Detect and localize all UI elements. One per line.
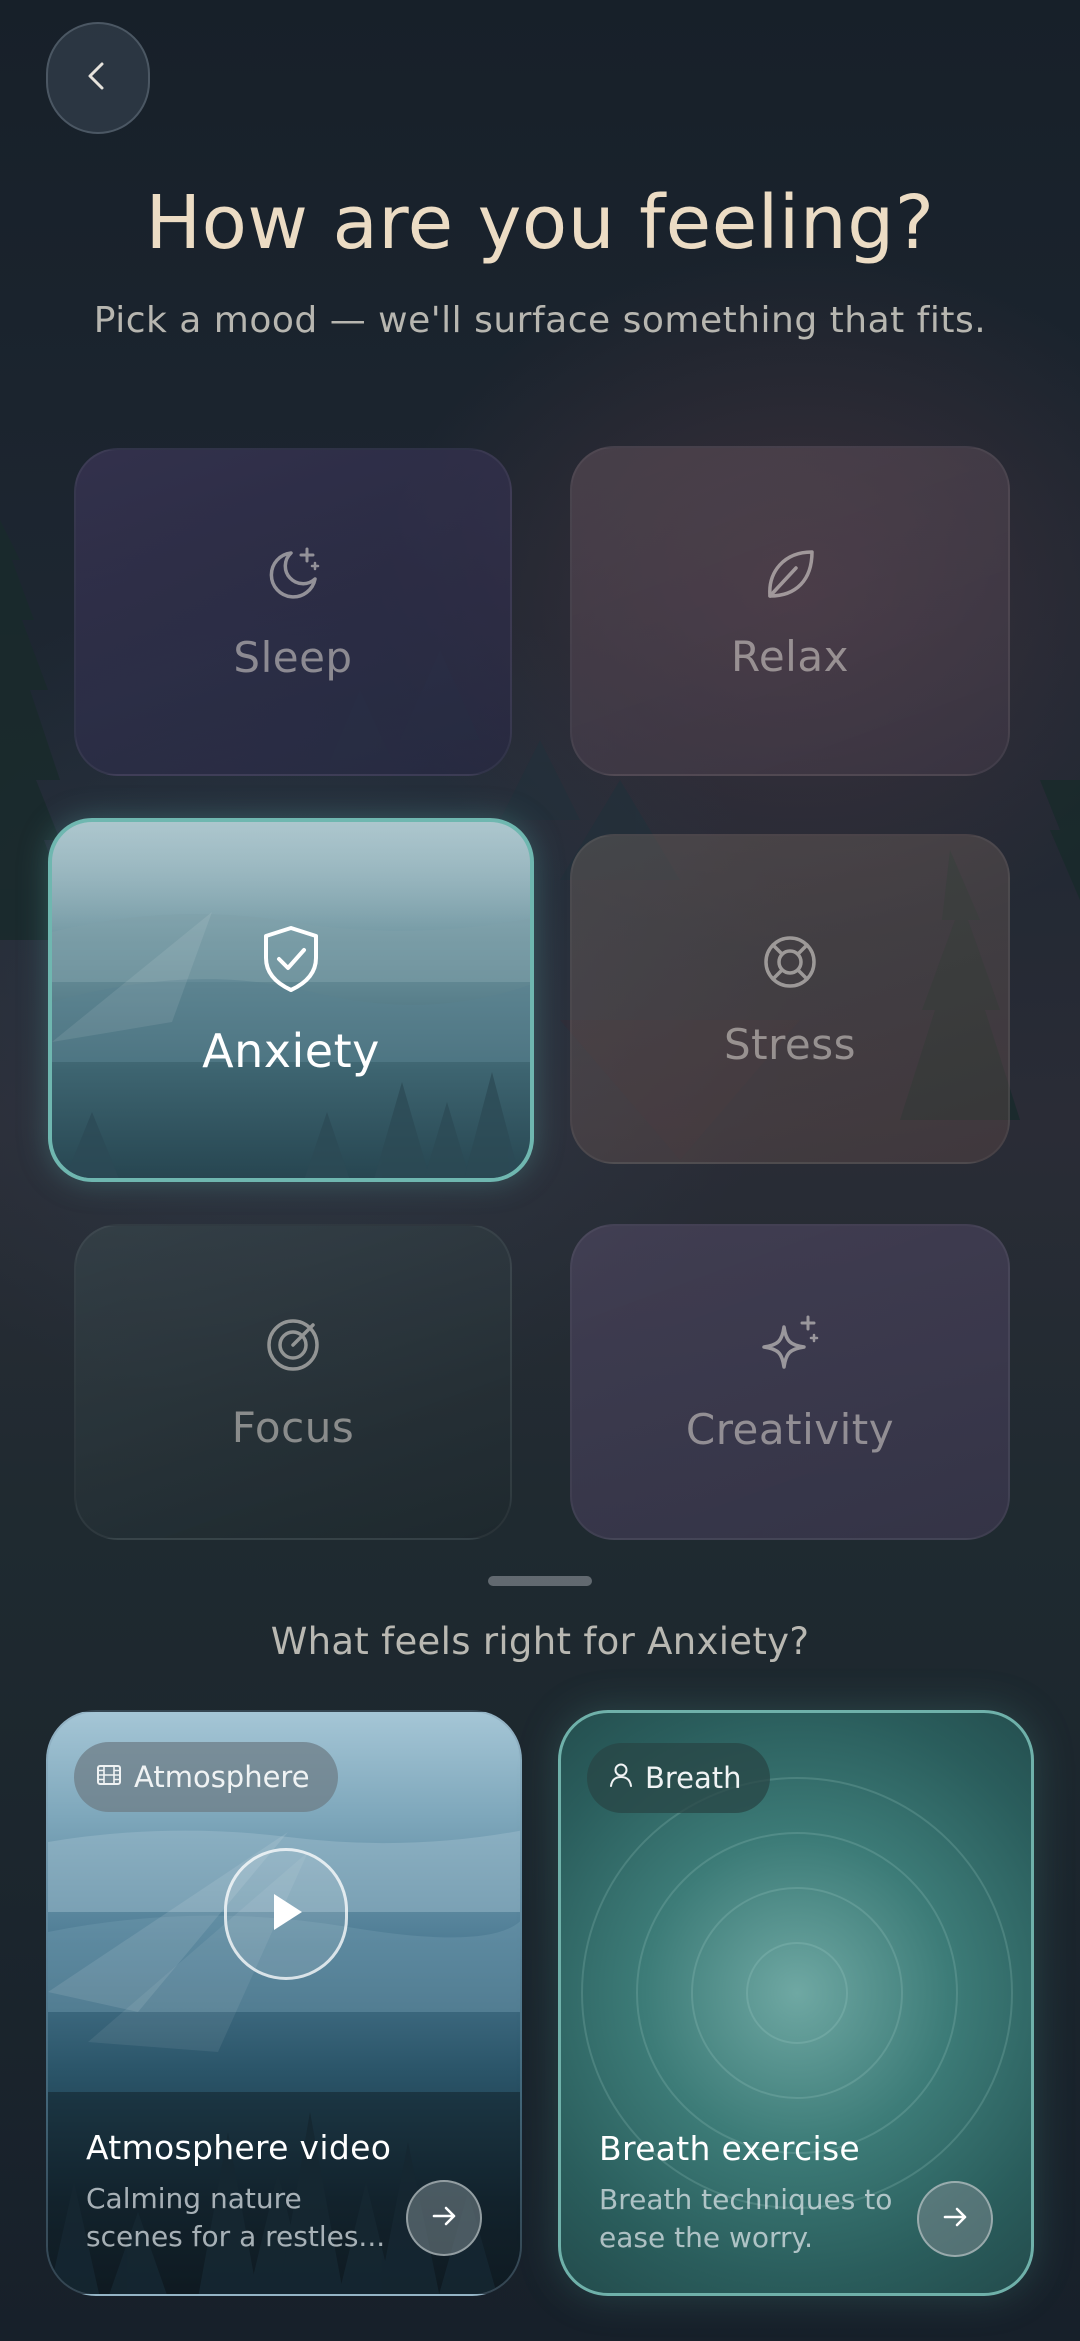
misty-forest-image [52,822,530,1178]
lifebuoy-icon [758,930,822,998]
moon-stars-icon [261,543,325,611]
breath-exercise-card[interactable]: Breath Breath exercise Breath techniques… [558,1710,1034,2296]
mood-label-sleep: Sleep [233,632,353,682]
mood-label-creativity: Creativity [685,1404,895,1454]
leaf-icon [758,542,822,610]
sparkles-icon [756,1311,824,1383]
mood-tile-relax[interactable]: Relax [570,446,1010,776]
mood-tile-sleep[interactable]: Sleep [74,448,512,776]
play-button[interactable] [224,1848,348,1980]
breath-exercise-description: Breath techniques to ease the worry. [599,2183,893,2254]
breath-open-button[interactable] [917,2181,993,2257]
film-icon [96,1760,122,1794]
breath-exercise-title: Breath exercise [599,2129,861,2168]
atmosphere-video-description: Calming nature scenes for a restles... [86,2182,386,2253]
person-icon [609,1761,633,1795]
mood-tile-creativity[interactable]: Creativity [570,1224,1010,1540]
mood-tile-anxiety[interactable]: Anxiety [48,818,534,1182]
breath-chip: Breath [587,1743,770,1813]
chevron-left-icon [78,56,118,100]
mood-label-relax: Relax [731,631,849,681]
back-button[interactable] [46,22,150,134]
page-subtitle: Pick a mood — we'll surface something th… [93,300,987,341]
shield-check-icon [258,922,324,998]
page-title: How are you feeling? [145,180,935,266]
atmosphere-chip: Atmosphere [74,1742,338,1812]
mood-label-anxiety: Anxiety [202,1024,380,1078]
atmosphere-open-button[interactable] [406,2180,482,2256]
arrow-right-icon [940,2202,970,2236]
atmosphere-video-card[interactable]: Atmosphere Atmosphere video Calming natu… [46,1710,522,2296]
mood-tile-stress[interactable]: Stress [570,834,1010,1164]
atmosphere-chip-label: Atmosphere [134,1760,310,1794]
mood-tile-focus[interactable]: Focus [74,1224,512,1540]
play-icon [264,1888,308,1940]
atmosphere-video-title: Atmosphere video [86,2128,392,2167]
drag-handle[interactable] [488,1576,592,1586]
target-icon [261,1313,325,1381]
suggestions-title: What feels right for Anxiety? [270,1620,810,1663]
breath-chip-label: Breath [645,1761,742,1795]
mood-label-focus: Focus [231,1402,355,1452]
mood-label-stress: Stress [723,1019,857,1069]
arrow-right-icon [429,2201,459,2235]
